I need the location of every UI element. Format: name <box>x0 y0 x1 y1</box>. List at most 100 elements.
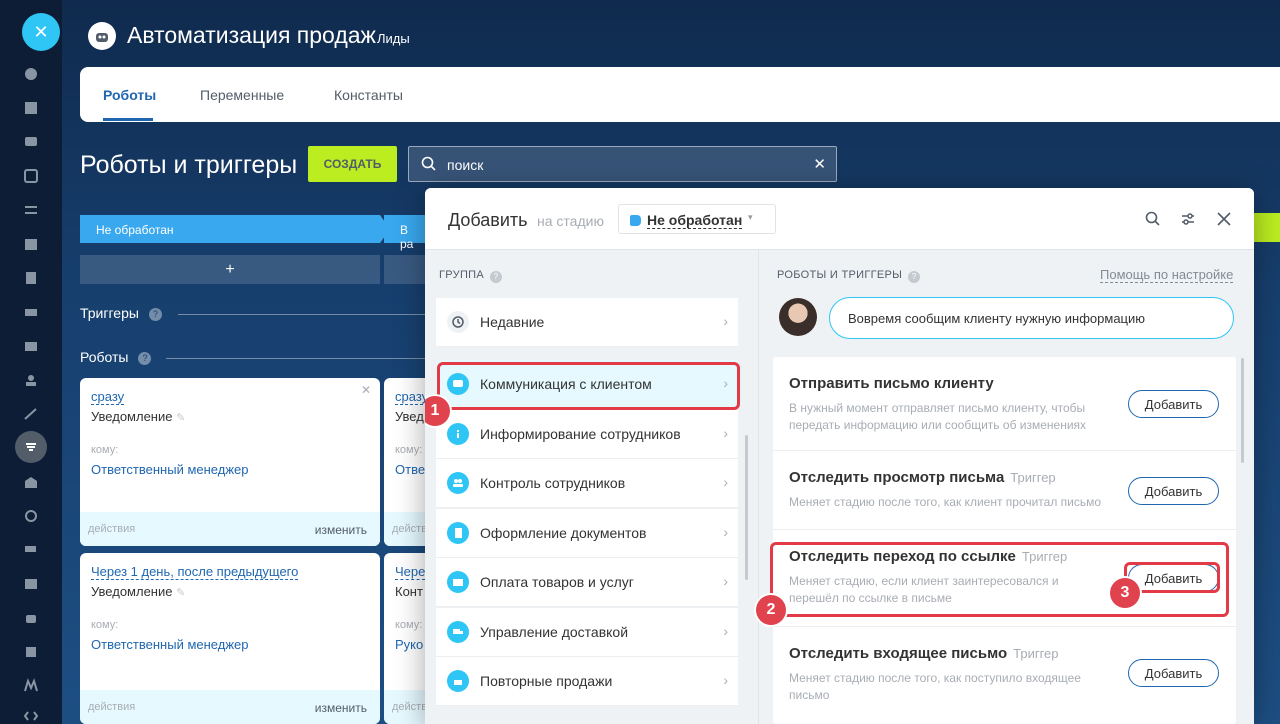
help-icon[interactable]: ? <box>908 271 921 283</box>
docs-icon[interactable] <box>20 267 42 289</box>
help-link[interactable]: Помощь по настройке <box>1100 267 1234 283</box>
group-item-label: Информирование сотрудников <box>480 426 681 442</box>
card-edit-link[interactable]: изменить <box>315 523 367 537</box>
group-item-employee-info[interactable]: Информирование сотрудников › <box>436 410 738 459</box>
robot-item: Отследить входящее письмо Триггер Меняет … <box>773 627 1236 724</box>
robot-icon[interactable] <box>20 607 42 629</box>
group-item-documents[interactable]: Оформление документов › <box>436 509 738 558</box>
history-icon <box>447 311 469 333</box>
group-item-label: Повторные продажи <box>480 673 613 689</box>
card-edit-link[interactable]: изменить <box>315 701 367 715</box>
register-icon <box>447 670 469 692</box>
triggers-label: Триггеры <box>80 305 139 321</box>
drive-icon[interactable] <box>20 301 42 323</box>
add-button[interactable]: Добавить <box>1128 390 1219 418</box>
document-icon <box>447 522 469 544</box>
robot-title-text: Отследить просмотр письма <box>789 469 1005 486</box>
tab-constants[interactable]: Константы <box>334 87 403 103</box>
chevron-right-icon: › <box>723 573 728 589</box>
dialog-title: Добавить <box>448 210 528 230</box>
m-icon[interactable] <box>20 675 42 697</box>
add-button[interactable]: Добавить <box>1128 659 1219 687</box>
robot-desc: Меняет стадию после того, как поступило … <box>789 671 1081 702</box>
create-button[interactable]: СОЗДАТЬ <box>308 146 397 182</box>
automation-icon[interactable] <box>15 431 47 463</box>
chevron-right-icon: › <box>723 313 728 329</box>
stage-select[interactable]: Не обработан ▾ <box>618 204 776 234</box>
target-icon[interactable] <box>20 505 42 527</box>
help-icon[interactable]: ? <box>490 271 502 283</box>
add-button[interactable]: Добавить <box>1128 477 1219 505</box>
close-icon[interactable]: ✕ <box>22 13 60 51</box>
card-timing[interactable]: сразу <box>91 389 125 405</box>
mail-icon[interactable] <box>20 335 42 357</box>
search-placeholder: поиск <box>447 157 484 173</box>
delete-icon[interactable]: ✕ <box>361 383 371 397</box>
stage-color-icon <box>630 215 641 226</box>
chat-icon[interactable] <box>20 131 42 153</box>
filter-icon[interactable] <box>1177 208 1199 230</box>
crm-icon[interactable] <box>20 63 42 85</box>
card-footer: действия изменить <box>80 690 380 724</box>
clear-search-icon[interactable]: ✕ <box>813 155 826 173</box>
help-icon[interactable]: ? <box>148 308 162 321</box>
tab-robots[interactable]: Роботы <box>103 87 156 103</box>
step-marker-2: 2 <box>756 595 786 625</box>
group-item-label: Оформление документов <box>480 525 647 541</box>
stage-select-value: Не обработан <box>647 212 743 229</box>
card-recipient: Ответственный менеджер <box>91 462 249 477</box>
box-icon[interactable] <box>20 641 42 663</box>
pencil-icon[interactable]: ✎ <box>176 587 185 599</box>
tasks-icon[interactable] <box>20 165 42 187</box>
contacts-icon[interactable] <box>20 369 42 391</box>
search-input[interactable]: поиск ✕ <box>408 146 837 182</box>
scrollbar[interactable] <box>1241 358 1244 463</box>
group-item-recent[interactable]: Недавние › <box>436 298 738 347</box>
robot-card[interactable]: ✕ сразу Уведомление ✎ кому: Ответственны… <box>80 378 380 546</box>
group-item-employee-control[interactable]: Контроль сотрудников › <box>436 459 738 508</box>
robot-title: Отправить письмо клиенту <box>789 375 994 392</box>
robots-label: Роботы <box>80 349 129 365</box>
chevron-right-icon: › <box>723 623 728 639</box>
add-robot-button[interactable]: + <box>80 255 380 284</box>
robot-title: Отследить просмотр письма Триггер <box>789 469 1056 486</box>
card-type-label: Уведомление <box>91 409 173 424</box>
group-item-label: Оплата товаров и услуг <box>480 574 634 590</box>
card-type: Уведомление ✎ <box>91 409 185 424</box>
group-column-label: ГРУППА? <box>439 269 502 283</box>
id-card-icon[interactable] <box>20 573 42 595</box>
tab-variables[interactable]: Переменные <box>200 87 284 103</box>
search-icon[interactable] <box>1142 208 1164 230</box>
group-item-delivery[interactable]: Управление доставкой › <box>436 608 738 657</box>
group-item-payment[interactable]: Оплата товаров и услуг › <box>436 558 738 607</box>
tab-bar: Роботы Переменные Константы <box>80 67 1280 122</box>
feed-icon[interactable] <box>20 97 42 119</box>
robot-list: Отправить письмо клиенту В нужный момент… <box>773 357 1236 724</box>
card-timing[interactable]: сразу <box>395 389 429 405</box>
card-actions-label: действия <box>88 701 136 713</box>
card-timing[interactable]: Через 1 день, после предыдущего <box>91 564 299 580</box>
sliders-icon[interactable] <box>20 199 42 221</box>
divider <box>166 358 425 359</box>
wallet-icon <box>447 571 469 593</box>
pencil-icon[interactable]: ✎ <box>176 412 185 424</box>
dialog-header: Добавить на стадию Не обработан ▾ <box>425 188 1254 250</box>
help-icon[interactable]: ? <box>138 352 152 365</box>
close-icon[interactable] <box>1213 208 1235 230</box>
robots-column-label: РОБОТЫ И ТРИГГЕРЫ? <box>777 269 921 283</box>
code-icon[interactable] <box>20 705 42 724</box>
cart-icon[interactable] <box>20 539 42 561</box>
stage-column-1[interactable]: Не обработан <box>80 215 390 243</box>
robot-card[interactable]: Через 1 день, после предыдущего Уведомле… <box>80 553 380 724</box>
sign-icon[interactable] <box>20 403 42 425</box>
group-item-label: Недавние <box>480 314 545 330</box>
scrollbar[interactable] <box>745 435 748 580</box>
card-timing[interactable]: Чере <box>395 564 426 580</box>
calendar-icon[interactable] <box>20 233 42 255</box>
robots-label-text: РОБОТЫ И ТРИГГЕРЫ <box>777 269 903 281</box>
group-item-repeat-sales[interactable]: Повторные продажи › <box>436 657 738 706</box>
page-title: Роботы и триггеры <box>80 151 298 179</box>
group-column: ГРУППА? Недавние › Коммуникация с клиент… <box>425 250 756 724</box>
shop-icon[interactable] <box>20 471 42 493</box>
chevron-right-icon: › <box>723 474 728 490</box>
